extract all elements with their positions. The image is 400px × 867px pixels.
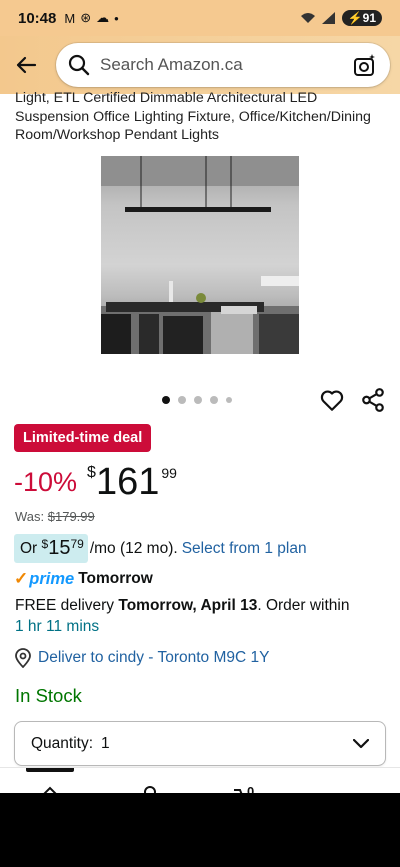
carousel-dot[interactable]	[210, 396, 218, 404]
was-price: Was: $179.99	[15, 509, 95, 524]
delivery-info: FREE delivery Tomorrow, April 13. Order …	[15, 595, 390, 637]
delivery-free-label: FREE delivery	[15, 597, 119, 614]
account-icon[interactable]	[136, 780, 164, 793]
monthly-price-pill: Or $15 79	[14, 534, 88, 563]
prime-delivery: ✓ prime Tomorrow	[14, 569, 153, 589]
prime-check-icon: ✓	[14, 569, 29, 588]
product-image[interactable]	[101, 156, 299, 354]
camera-button[interactable]	[352, 52, 378, 78]
monthly-payment: Or $15 79 /mo (12 mo). Select from 1 plan	[14, 534, 307, 563]
product-photo	[101, 156, 299, 354]
cart-icon[interactable]: 0	[232, 780, 260, 793]
cloud-icon: ☁	[96, 10, 110, 25]
menu-icon[interactable]	[336, 780, 364, 793]
status-system-icons: ⚡91	[300, 10, 382, 26]
signal-icon	[321, 12, 335, 24]
stock-status: In Stock	[15, 685, 82, 706]
carousel-dot[interactable]	[178, 396, 186, 404]
status-time: 10:48	[18, 9, 57, 27]
monthly-prefix: Or	[20, 540, 38, 557]
home-icon[interactable]	[36, 780, 64, 793]
wifi-icon	[300, 13, 315, 23]
nav-active-indicator	[26, 768, 74, 772]
heart-icon	[320, 390, 344, 411]
product-title: Light, ETL Certified Dimmable Architectu…	[15, 90, 371, 143]
search-box[interactable]	[56, 43, 390, 87]
was-amount: $179.99	[47, 509, 95, 524]
monthly-suffix: /mo (12 mo).	[89, 539, 178, 557]
system-navigation-bar	[0, 793, 400, 867]
back-button[interactable]	[10, 49, 42, 81]
discount-percent: -10%	[14, 467, 78, 497]
search-icon	[68, 54, 90, 76]
price-currency: $	[87, 464, 96, 481]
add-to-list-button[interactable]	[319, 387, 345, 413]
delivery-date: Tomorrow, April 13	[118, 597, 258, 614]
deal-badge: Limited-time deal	[14, 424, 152, 452]
prime-logo: prime	[29, 569, 75, 588]
search-header	[0, 36, 400, 94]
bottom-nav: 0	[0, 767, 400, 793]
search-input[interactable]	[100, 55, 352, 75]
battery-indicator: ⚡91	[341, 10, 382, 26]
quantity-label: Quantity:	[31, 734, 94, 752]
share-icon	[362, 388, 384, 412]
monthly-cents: 79	[70, 537, 84, 551]
delivery-countdown: 1 hr 11 mins	[15, 618, 100, 635]
price-whole: 161	[95, 461, 160, 503]
deliver-to-text: Deliver to cindy - Toronto M9C 1Y	[38, 649, 270, 666]
price-row: -10% $ 161 99	[14, 460, 177, 504]
monthly-whole: 15	[48, 537, 71, 559]
svg-text:0: 0	[247, 784, 254, 793]
dot-icon: •	[114, 10, 119, 26]
prime-delivery-day: Tomorrow	[78, 570, 153, 587]
share-button[interactable]	[360, 387, 386, 413]
price-cents: 99	[161, 465, 177, 481]
monthly-currency: $	[41, 537, 49, 551]
basketball-icon: ⊛	[80, 10, 92, 25]
status-notification-icons: M ⊛ ☁ •	[64, 10, 118, 26]
quantity-select[interactable]: Quantity: 1	[14, 721, 386, 766]
select-plan-link[interactable]: Select from 1 plan	[182, 540, 307, 558]
delivery-order-label: . Order within	[257, 597, 350, 614]
location-pin-icon	[15, 648, 31, 668]
quantity-value: 1	[101, 734, 110, 752]
was-label: Was:	[15, 509, 45, 524]
status-bar: 10:48 M ⊛ ☁ • ⚡91	[0, 0, 400, 36]
carousel-dot[interactable]	[194, 396, 202, 404]
gmail-icon: M	[64, 10, 76, 26]
carousel-dots	[162, 396, 232, 404]
chevron-down-icon	[353, 738, 369, 748]
back-arrow-icon	[16, 56, 37, 74]
camera-icon	[354, 54, 375, 76]
carousel-dot[interactable]	[162, 396, 170, 404]
carousel-dot[interactable]	[226, 397, 232, 403]
deliver-to-link[interactable]: Deliver to cindy - Toronto M9C 1Y	[14, 648, 269, 668]
